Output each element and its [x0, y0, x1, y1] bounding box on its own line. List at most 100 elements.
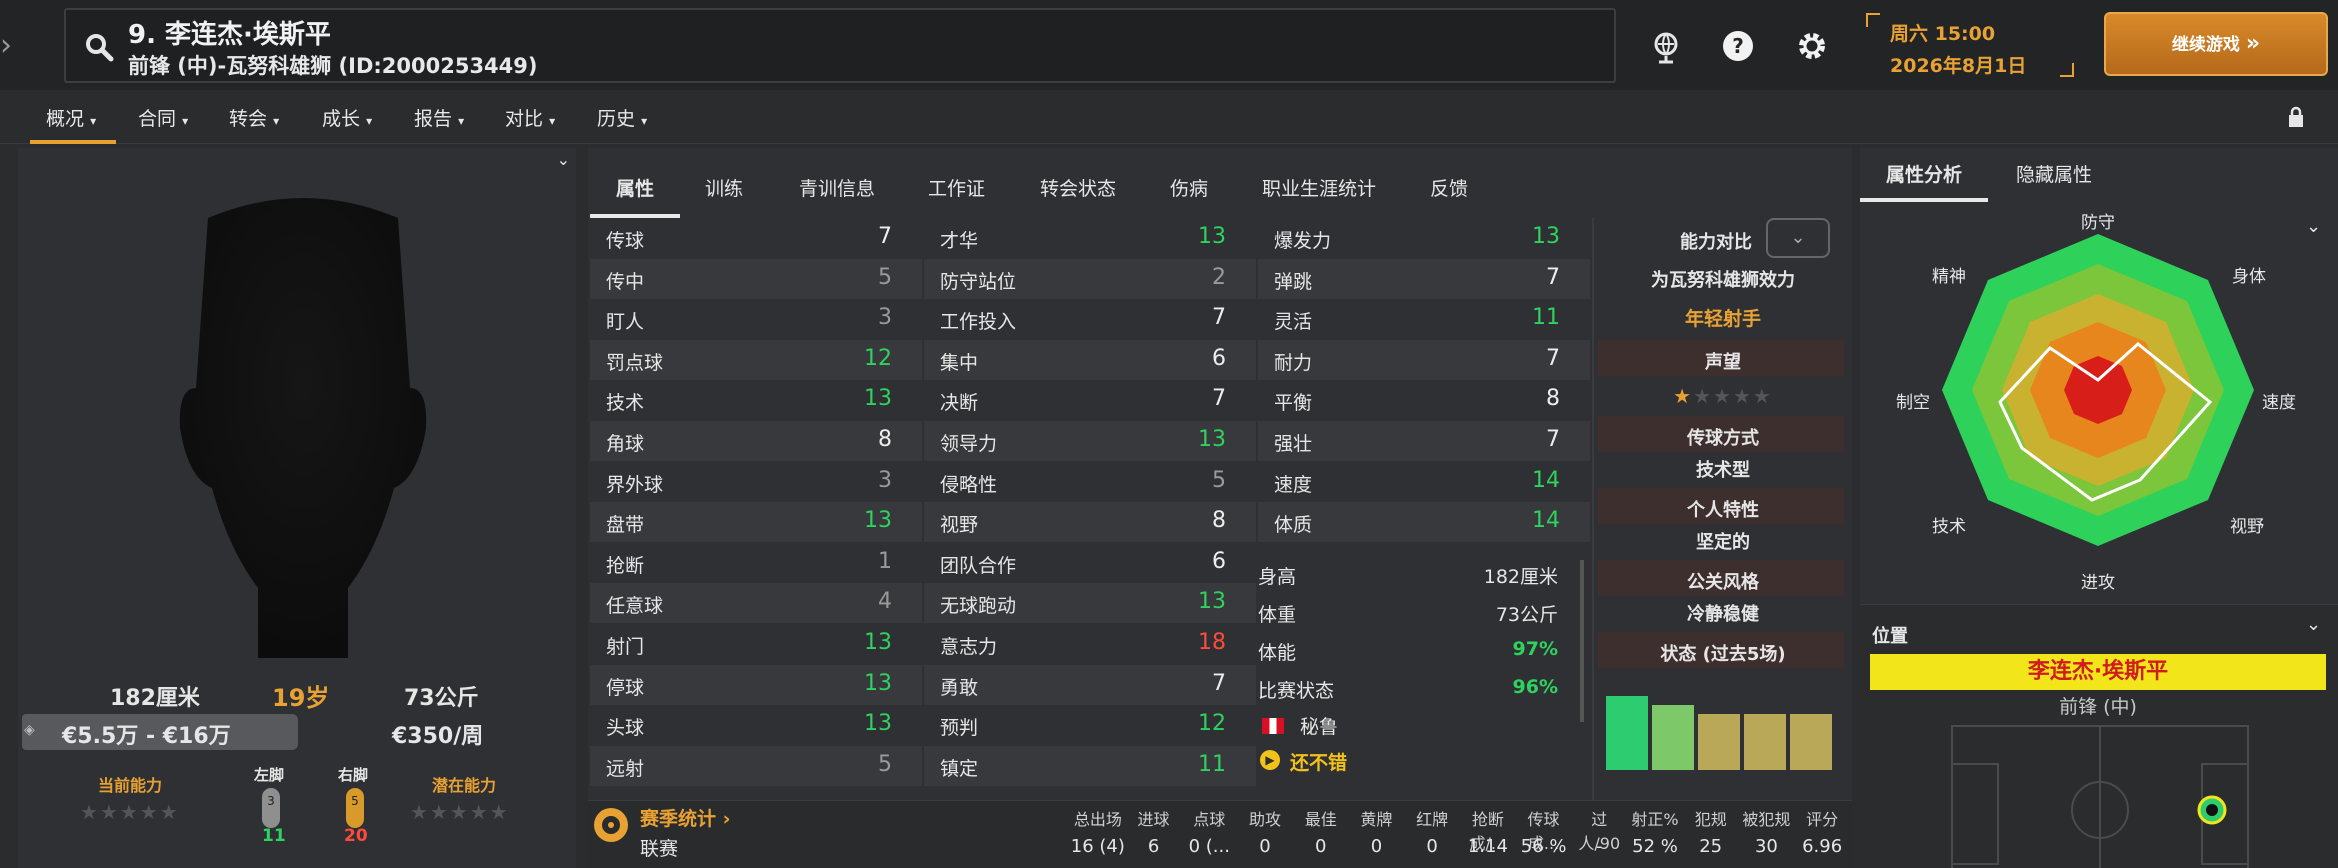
season-stat-header[interactable]: 最佳 — [1293, 806, 1349, 830]
attribute-row[interactable]: 界外球 3 — [590, 462, 922, 502]
attribute-row[interactable]: 侵略性 5 — [924, 462, 1256, 502]
nationality[interactable]: 秘鲁 — [1300, 712, 1338, 739]
tab-youth[interactable]: 青训信息 — [799, 174, 875, 218]
compare-dropdown[interactable]: ⌄ — [1766, 218, 1830, 258]
attribute-row[interactable]: 领导力 13 — [924, 421, 1256, 461]
tab-career-stats[interactable]: 职业生涯统计 — [1262, 174, 1376, 218]
season-stat-header[interactable]: 射正% — [1627, 806, 1683, 830]
season-stat-header[interactable]: 点球 — [1181, 806, 1237, 830]
pitch-diagram — [1951, 725, 2249, 868]
form-bar[interactable] — [1606, 696, 1648, 770]
attribute-row[interactable]: 任意球 4 — [590, 583, 922, 624]
tab-work-permit[interactable]: 工作证 — [928, 174, 985, 218]
continue-game-button[interactable]: 继续游戏 » — [2104, 12, 2328, 76]
tab-attribute-analysis[interactable]: 属性分析 — [1860, 160, 1988, 202]
collapse-chevron-icon[interactable]: ⌄ — [2306, 614, 2321, 635]
form-bar[interactable] — [1790, 714, 1832, 770]
attribute-value: 7 — [1546, 345, 1560, 371]
attribute-row[interactable]: 工作投入 7 — [924, 299, 1256, 339]
season-stat-header[interactable]: 被犯规 — [1739, 806, 1795, 830]
league-label: 联赛 — [640, 838, 679, 860]
age-info: 19岁 — [272, 684, 330, 712]
value-tag[interactable]: ◈ €5.5万 - €16万 — [22, 714, 298, 750]
attribute-row[interactable]: 盘带 13 — [590, 502, 922, 543]
season-stat-header[interactable]: 红牌 — [1404, 806, 1460, 830]
player-name-title: 9. 李连杰·埃斯平 — [128, 20, 331, 50]
attribute-row[interactable]: 防守站位 2 — [924, 258, 1256, 299]
season-stat-header[interactable]: 评分 — [1794, 806, 1850, 830]
tab-transfer-status[interactable]: 转会状态 — [1040, 174, 1116, 218]
tab-attributes[interactable]: 属性 — [590, 174, 680, 218]
attribute-row[interactable]: 灵活 11 — [1258, 299, 1590, 339]
season-stat-header[interactable]: 黄牌 — [1349, 806, 1405, 830]
attribute-row[interactable]: 停球 13 — [590, 664, 922, 705]
attribute-row[interactable]: 决断 7 — [924, 380, 1256, 420]
nav-reports[interactable]: 报告 ▾ — [414, 104, 464, 144]
world-globe-icon[interactable] — [1644, 24, 1688, 68]
attribute-row[interactable]: 速度 14 — [1258, 462, 1590, 502]
attribute-row[interactable]: 爆发力 13 — [1258, 218, 1590, 258]
attribute-row[interactable]: 集中 6 — [924, 339, 1256, 380]
attribute-name: 集中 — [940, 351, 979, 374]
attribute-name: 爆发力 — [1274, 230, 1332, 252]
attribute-row[interactable]: 强壮 7 — [1258, 421, 1590, 461]
season-stat-header[interactable]: 助攻 — [1237, 806, 1293, 830]
nav-overview[interactable]: 概况 ▾ — [30, 104, 116, 144]
attribute-value: 13 — [864, 630, 892, 655]
attribute-row[interactable]: 抢断 1 — [590, 543, 922, 583]
body-weight-value: 73公斤 — [1495, 604, 1558, 626]
form-label: 状态 (过去5场) — [1660, 644, 1786, 665]
lock-icon[interactable] — [2286, 106, 2306, 128]
attribute-row[interactable]: 预判 12 — [924, 705, 1256, 745]
attribute-value: 13 — [864, 711, 892, 737]
attribute-row[interactable]: 盯人 3 — [590, 299, 922, 339]
nav-history[interactable]: 历史 ▾ — [597, 104, 647, 144]
attribute-row[interactable]: 头球 13 — [590, 705, 922, 745]
attribute-row[interactable]: 勇敢 7 — [924, 664, 1256, 705]
attribute-value: 6 — [1212, 345, 1226, 371]
tab-feedback[interactable]: 反馈 — [1430, 174, 1468, 218]
season-stat-header[interactable]: 进球 — [1126, 806, 1182, 830]
season-stat-value: 1.14 — [1467, 836, 1508, 857]
nav-contract[interactable]: 合同 ▾ — [138, 104, 188, 144]
attribute-row[interactable]: 视野 8 — [924, 502, 1256, 543]
form-bar[interactable] — [1744, 714, 1786, 770]
attribute-row[interactable]: 镇定 11 — [924, 745, 1256, 786]
nav-label: 对比 — [505, 108, 544, 130]
attribute-row[interactable]: 平衡 8 — [1258, 380, 1590, 420]
nav-compare[interactable]: 对比 ▾ — [505, 104, 555, 144]
form-bar[interactable] — [1652, 705, 1694, 770]
season-stat-header[interactable]: 犯规 — [1683, 806, 1739, 830]
attribute-row[interactable]: 团队合作 6 — [924, 543, 1256, 583]
attribute-row[interactable]: 角球 8 — [590, 421, 922, 461]
season-stat-header[interactable]: 总出场 — [1070, 806, 1126, 830]
player-search-box[interactable]: 9. 李连杰·埃斯平 前锋 (中)-瓦努科雄狮 (ID:2000253449) — [64, 8, 1616, 83]
attribute-row[interactable]: 远射 5 — [590, 745, 922, 786]
help-icon[interactable]: ? — [1716, 24, 1760, 68]
tab-injuries[interactable]: 伤病 — [1170, 174, 1208, 218]
settings-gear-icon[interactable] — [1790, 24, 1834, 68]
attribute-row[interactable]: 体质 14 — [1258, 502, 1590, 543]
attribute-row[interactable]: 无球跑动 13 — [924, 583, 1256, 624]
radar-label-defending: 防守 — [2081, 213, 2115, 233]
scrollbar[interactable] — [1580, 560, 1584, 722]
collapse-chevron-icon[interactable]: ⌄ — [557, 150, 570, 169]
attribute-row[interactable]: 技术 13 — [590, 380, 922, 420]
attribute-row[interactable]: 传球 7 — [590, 218, 922, 258]
attribute-row[interactable]: 弹跳 7 — [1258, 258, 1590, 299]
nav-transfer[interactable]: 转会 ▾ — [229, 104, 279, 144]
tab-hidden-attributes[interactable]: 隐藏属性 — [2016, 160, 2092, 202]
attribute-row[interactable]: 才华 13 — [924, 218, 1256, 258]
morale-value[interactable]: 还不错 — [1290, 748, 1347, 775]
attribute-row[interactable]: 射门 13 — [590, 624, 922, 664]
attribute-row[interactable]: 传中 5 — [590, 258, 922, 299]
tab-training[interactable]: 训练 — [705, 174, 743, 218]
attribute-row[interactable]: 意志力 18 — [924, 624, 1256, 664]
nav-development[interactable]: 成长 ▾ — [322, 104, 372, 144]
back-arrow-icon[interactable]: › — [0, 28, 18, 64]
form-bar[interactable] — [1698, 714, 1740, 770]
attribute-row[interactable]: 耐力 7 — [1258, 339, 1590, 380]
attribute-value: 7 — [1212, 670, 1226, 696]
attribute-row[interactable]: 罚点球 12 — [590, 339, 922, 380]
season-stats-link[interactable]: 赛季统计 › — [640, 804, 730, 831]
